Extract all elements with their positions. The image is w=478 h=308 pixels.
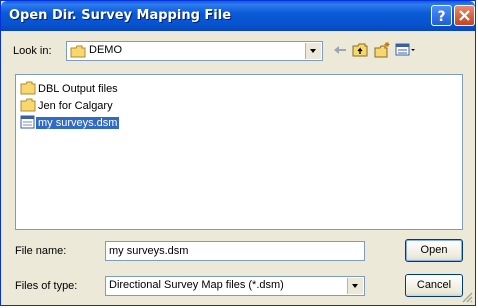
folder-icon (20, 98, 36, 112)
back-arrow-icon[interactable] (331, 41, 349, 59)
look-in-label: Look in: (13, 45, 52, 57)
list-item-label: my surveys.dsm (36, 117, 120, 129)
look-in-dropdown[interactable]: DEMO (66, 41, 323, 61)
svg-text:?: ? (437, 9, 445, 25)
up-one-level-icon[interactable] (351, 41, 369, 59)
close-button[interactable] (454, 5, 475, 26)
view-menu-icon[interactable] (395, 41, 417, 59)
chevron-down-icon[interactable] (305, 43, 321, 59)
resize-grip-icon[interactable] (461, 291, 473, 303)
close-icon (459, 10, 470, 21)
open-button[interactable]: Open (405, 239, 463, 262)
folder-icon (70, 45, 86, 58)
open-file-dialog: Open Dir. Survey Mapping File ? Look in:… (0, 0, 476, 306)
files-of-type-dropdown[interactable]: Directional Survey Map files (*.dsm) (105, 276, 365, 296)
list-item-label: DBL Output files (38, 83, 118, 95)
file-name-value: my surveys.dsm (109, 245, 189, 257)
files-of-type-value: Directional Survey Map files (*.dsm) (109, 279, 284, 291)
cancel-button[interactable]: Cancel (405, 274, 463, 297)
document-icon (20, 115, 35, 129)
look-in-value: DEMO (89, 44, 122, 56)
file-name-input[interactable]: my surveys.dsm (105, 241, 365, 261)
dialog-title: Open Dir. Survey Mapping File (9, 8, 232, 23)
list-item[interactable]: my surveys.dsm (20, 115, 120, 131)
chevron-down-icon[interactable] (347, 278, 363, 294)
files-of-type-label: Files of type: (15, 280, 78, 292)
list-item[interactable]: Jen for Calgary (20, 98, 115, 114)
folder-icon (20, 81, 36, 95)
question-mark-icon: ? (437, 9, 445, 25)
list-item-label: Jen for Calgary (38, 100, 113, 112)
help-button[interactable]: ? (431, 5, 452, 26)
title-bar[interactable]: Open Dir. Survey Mapping File ? (1, 1, 475, 31)
file-name-label: File name: (15, 245, 67, 257)
list-item[interactable]: DBL Output files (20, 81, 120, 97)
new-folder-icon[interactable] (373, 41, 391, 59)
file-list[interactable]: DBL Output files Jen for Calgary my surv… (15, 74, 463, 230)
